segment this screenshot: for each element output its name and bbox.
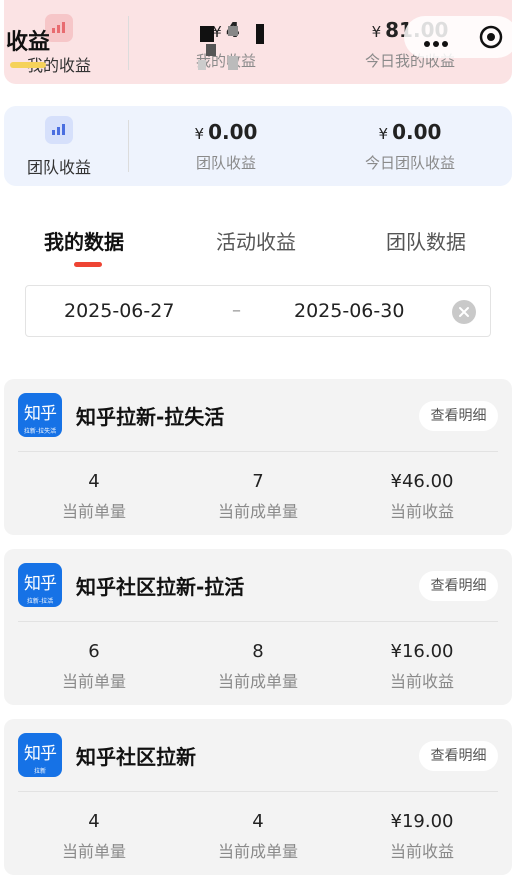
current-earnings: ¥46.00 当前收益 [389,471,454,521]
task-title: 知乎社区拉新 [76,745,196,769]
mini-program-capsule [404,16,518,58]
tab-team-data[interactable]: 团队数据 [386,226,466,255]
team-total-value: 0.00 [208,120,258,144]
redaction-mosaic [198,60,206,70]
my-total-earnings: ¥4 我的收益 [146,18,306,71]
team-total-earnings: ¥0.00 团队收益 [146,120,306,173]
team-total-label: 团队收益 [195,154,256,172]
close-target-icon[interactable] [478,24,504,54]
my-total-label: 我的收益 [195,52,256,70]
current-orders: 6 当前单量 [61,641,126,691]
view-details-button[interactable]: 查看明细 [419,571,498,601]
task-card: 知乎 拉新-拉活 知乎社区拉新-拉活 查看明细 6 当前单量 8 当前成单量 ¥… [4,549,512,705]
divider [18,791,498,792]
clear-date-button[interactable] [452,300,476,324]
tab-activity-earnings[interactable]: 活动收益 [216,226,296,255]
tab-my-data[interactable]: 我的数据 [44,226,124,255]
task-title: 知乎社区拉新-拉活 [76,575,245,599]
zhihu-app-icon: 知乎 拉新-拉失活 [18,393,62,437]
current-earnings: ¥16.00 当前收益 [389,641,454,691]
divider [128,16,129,70]
zhihu-app-icon: 知乎 拉新-拉活 [18,563,62,607]
tab-indicator [74,262,102,267]
redaction-mosaic [228,26,238,36]
team-today-value: 0.00 [392,120,442,144]
team-chart-icon [45,116,73,144]
start-date[interactable]: 2025-06-27 [64,300,174,322]
end-date[interactable]: 2025-06-30 [294,300,404,322]
page-title: 收益 [6,30,51,55]
view-details-button[interactable]: 查看明细 [419,401,498,431]
current-orders: 4 当前单量 [61,811,126,861]
date-separator: – [232,300,241,321]
current-completed-orders: 8 当前成单量 [217,641,298,691]
date-range-picker[interactable]: 2025-06-27 – 2025-06-30 [25,285,491,337]
close-icon [459,307,469,317]
title-underline [10,62,46,68]
current-earnings: ¥19.00 当前收益 [389,811,454,861]
current-completed-orders: 7 当前成单量 [217,471,298,521]
team-today-earnings: ¥0.00 今日团队收益 [330,120,490,173]
divider [128,120,129,172]
current-completed-orders: 4 当前成单量 [217,811,298,861]
task-title: 知乎拉新-拉失活 [76,405,225,429]
view-details-button[interactable]: 查看明细 [419,741,498,771]
zhihu-app-icon: 知乎 拉新 [18,733,62,777]
team-today-label: 今日团队收益 [364,154,455,172]
redaction-mosaic [228,56,238,70]
task-card: 知乎 拉新-拉失活 知乎拉新-拉失活 查看明细 4 当前单量 7 当前成单量 ¥… [4,379,512,535]
redaction-mosaic [200,26,214,42]
team-earnings-block: 团队收益 [4,116,114,178]
more-menu-icon[interactable] [424,32,451,51]
task-card: 知乎 拉新 知乎社区拉新 查看明细 4 当前单量 4 当前成单量 ¥19.00 … [4,719,512,875]
redaction-mosaic [206,44,216,56]
redaction-mosaic [256,24,264,44]
team-earnings-card: 团队收益 ¥0.00 团队收益 ¥0.00 今日团队收益 [4,106,512,186]
divider [18,451,498,452]
current-orders: 4 当前单量 [61,471,126,521]
divider [18,621,498,622]
team-earnings-label: 团队收益 [26,158,91,177]
